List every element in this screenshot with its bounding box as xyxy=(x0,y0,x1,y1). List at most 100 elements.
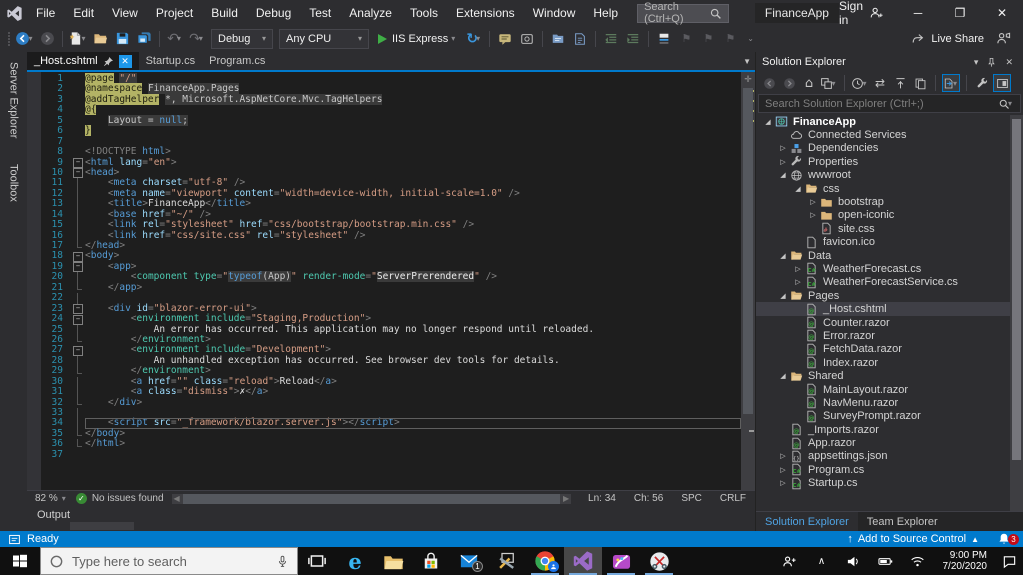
document-list-dropdown-icon[interactable]: ▼ xyxy=(743,57,751,66)
line-ending-indicator[interactable]: CRLF xyxy=(711,493,755,504)
tree-item-connected-services[interactable]: Connected Services xyxy=(756,128,1023,141)
taskbar-app-paint-3d[interactable] xyxy=(602,547,640,575)
tree-item-app-razor[interactable]: @ App.razor xyxy=(756,436,1023,449)
taskbar-app-mail[interactable]: 1 xyxy=(450,547,488,575)
tree-item-site-css[interactable]: # site.css xyxy=(756,222,1023,235)
expander-icon[interactable]: ▷ xyxy=(792,278,804,286)
se-preview-boxed-icon[interactable] xyxy=(993,74,1011,92)
se-home-icon[interactable]: ⌂ xyxy=(800,74,818,92)
menu-file[interactable]: File xyxy=(27,0,64,26)
add-to-source-control-button[interactable]: ↑ Add to Source Control ▲ xyxy=(847,533,979,545)
taskbar-app-edge[interactable]: e xyxy=(336,547,374,575)
restart-icon[interactable]: ↻ ▾ xyxy=(463,28,485,50)
taskbar-search-box[interactable]: Type here to search xyxy=(40,547,298,575)
tree-item-open-iconic[interactable]: ▷ open-iconic xyxy=(756,209,1023,222)
tree-item-mainlayout-razor[interactable]: @ MainLayout.razor xyxy=(756,383,1023,396)
taskbar-app-chrome[interactable] xyxy=(526,547,564,575)
undo-icon[interactable]: ↶ ▾ xyxy=(164,28,186,50)
outline-margin[interactable] xyxy=(73,314,85,326)
expander-icon[interactable]: ▷ xyxy=(777,479,789,487)
scrollbar-split-icon[interactable]: ✛ xyxy=(741,74,755,84)
sign-in-button[interactable]: Sign in xyxy=(839,0,883,27)
nav-doc-icon[interactable] xyxy=(569,28,591,50)
document-tab[interactable]: Startup.cs xyxy=(139,52,203,70)
tree-item-pages[interactable]: ◢ Pages xyxy=(756,289,1023,302)
start-debugging-button[interactable]: IIS Express ▾ xyxy=(372,28,463,50)
tree-item-dependencies[interactable]: ▷ Dependencies xyxy=(756,142,1023,155)
outline-margin[interactable] xyxy=(73,345,85,357)
menu-project[interactable]: Project xyxy=(147,0,202,26)
panel-tab-solution-explorer[interactable]: Solution Explorer xyxy=(756,512,858,531)
close-button[interactable]: ✕ xyxy=(981,0,1023,26)
se-sync-icon[interactable]: ⇄ xyxy=(871,74,889,92)
tree-item-appsettings-json[interactable]: ▷ {} appsettings.json xyxy=(756,450,1023,463)
tree-item--imports-razor[interactable]: @ _Imports.razor xyxy=(756,423,1023,436)
quick-search-box[interactable]: Search (Ctrl+Q) xyxy=(637,1,729,25)
hscroll-thumb[interactable] xyxy=(182,493,561,504)
solution-configuration-dropdown[interactable]: Debug ▾ xyxy=(211,28,273,49)
nav-tree-icon[interactable] xyxy=(547,28,569,50)
tree-item-data[interactable]: ◢ Data xyxy=(756,249,1023,262)
tree-item-wwwroot[interactable]: ◢ wwwroot xyxy=(756,169,1023,182)
expander-icon[interactable]: ◢ xyxy=(777,372,789,380)
start-button[interactable] xyxy=(0,547,40,575)
tree-item-fetchdata-razor[interactable]: @ FetchData.razor xyxy=(756,343,1023,356)
expander-icon[interactable]: ▷ xyxy=(777,452,789,460)
expander-icon[interactable]: ◢ xyxy=(777,171,789,179)
open-folder-icon[interactable] xyxy=(89,28,111,50)
outline-margin[interactable] xyxy=(73,158,85,169)
battery-icon[interactable] xyxy=(875,550,897,572)
expander-icon[interactable]: ▷ xyxy=(792,265,804,273)
menu-edit[interactable]: Edit xyxy=(64,0,103,26)
line-indicator[interactable]: Ln: 34 xyxy=(579,493,625,504)
tool-tab-toolbox[interactable]: Toolbox xyxy=(8,158,20,208)
expander-icon[interactable]: ◢ xyxy=(762,118,774,126)
maximize-button[interactable]: ❐ xyxy=(939,0,981,26)
microphone-icon[interactable] xyxy=(276,555,289,568)
se-forward-icon[interactable] xyxy=(780,74,798,92)
tree-item-counter-razor[interactable]: @ Counter.razor xyxy=(756,316,1023,329)
output-panel-tab[interactable]: Output xyxy=(37,509,70,521)
menu-debug[interactable]: Debug xyxy=(247,0,300,26)
pin-icon[interactable] xyxy=(982,57,1001,68)
scroll-left-icon[interactable]: ◀ xyxy=(172,494,182,503)
toolbar-overflow-icon[interactable]: ⌄ xyxy=(747,34,754,43)
outline-margin[interactable] xyxy=(73,262,85,273)
taskbar-app-store[interactable] xyxy=(412,547,450,575)
tree-item-css[interactable]: ◢ css xyxy=(756,182,1023,195)
tree-item-program-cs[interactable]: ▷ C# Program.cs xyxy=(756,463,1023,476)
indent-in-icon[interactable] xyxy=(622,28,644,50)
close-panel-icon[interactable]: ✕ xyxy=(1001,57,1017,68)
issues-label[interactable]: No issues found xyxy=(92,493,164,504)
feedback-icon[interactable] xyxy=(996,31,1011,46)
tree-item-shared[interactable]: ◢ Shared xyxy=(756,369,1023,382)
action-center-icon[interactable] xyxy=(1001,554,1017,569)
document-tab[interactable]: _Host.cshtml ✕ xyxy=(27,52,139,70)
expander-icon[interactable]: ◢ xyxy=(777,292,789,300)
se-docs-icon[interactable] xyxy=(911,74,929,92)
expander-icon[interactable]: ▷ xyxy=(777,158,789,166)
menu-view[interactable]: View xyxy=(103,0,147,26)
se-collapse-icon[interactable] xyxy=(891,74,909,92)
output-panel-stub[interactable] xyxy=(70,522,134,530)
tree-item-index-razor[interactable]: @ Index.razor xyxy=(756,356,1023,369)
menu-analyze[interactable]: Analyze xyxy=(340,0,401,26)
editor-horizontal-scrollbar[interactable]: ◀ ▶ xyxy=(171,493,572,504)
editor-vertical-scrollbar[interactable]: ✛ xyxy=(741,72,755,490)
document-tab[interactable]: Program.cs xyxy=(202,52,272,70)
expander-icon[interactable]: ▷ xyxy=(777,466,789,474)
back-icon[interactable]: ▾ xyxy=(14,28,36,50)
notifications-button[interactable]: 3 xyxy=(997,532,1019,546)
expander-icon[interactable]: ▷ xyxy=(807,211,819,219)
window-position-icon[interactable]: ▾ xyxy=(970,57,983,68)
outline-margin[interactable] xyxy=(73,304,85,315)
people-icon[interactable] xyxy=(779,550,801,572)
outline-margin[interactable] xyxy=(73,168,85,179)
expander-icon[interactable]: ▷ xyxy=(807,198,819,206)
tree-item-navmenu-razor[interactable]: @ NavMenu.razor xyxy=(756,396,1023,409)
pin-icon[interactable] xyxy=(103,56,114,67)
wifi-icon[interactable] xyxy=(907,550,929,572)
solution-platform-dropdown[interactable]: Any CPU ▾ xyxy=(279,28,369,49)
chevron-up-icon[interactable]: ∧ xyxy=(811,550,833,572)
health-indicator-icon[interactable]: ✓ xyxy=(75,493,87,504)
